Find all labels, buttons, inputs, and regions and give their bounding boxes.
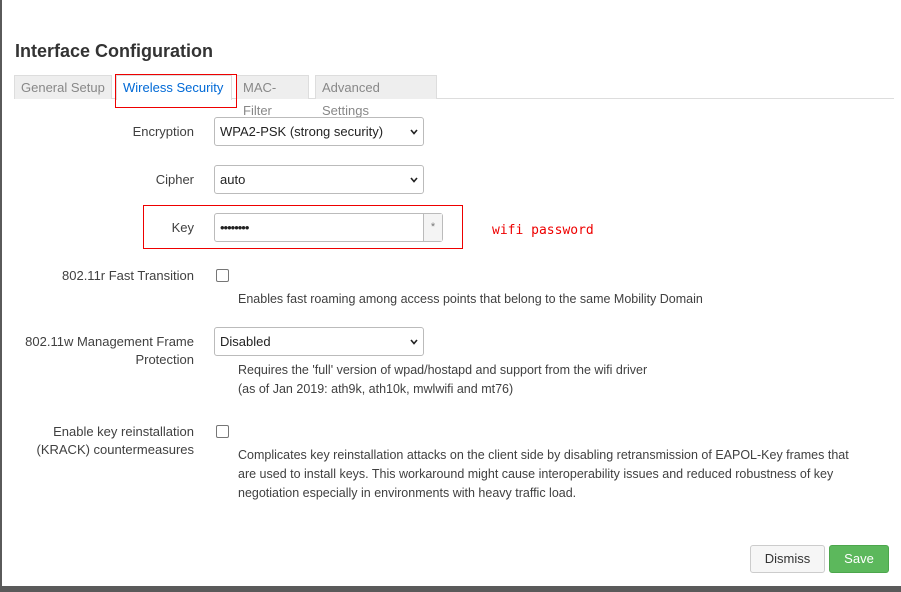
encryption-select[interactable]: WPA2-PSK (strong security) [214,117,424,146]
mgmt-frame-help: Requires the 'full' version of wpad/host… [238,361,647,399]
krack-help-line2: are used to install keys. This workaroun… [238,467,834,481]
tab-advanced-settings[interactable]: Advanced Settings [315,75,437,118]
tab-mac-filter[interactable]: MAC-Filter [236,75,309,118]
krack-label-line1: Enable key reinstallation [53,424,194,439]
mgmt-frame-value: Disabled [220,334,271,349]
mgmt-frame-help-line2: (as of Jan 2019: ath9k, ath10k, mwlwifi … [238,382,514,396]
key-input[interactable]: •••••••• * [214,213,443,242]
krack-checkbox[interactable] [216,425,229,438]
krack-help: Complicates key reinstallation attacks o… [238,446,849,503]
encryption-value: WPA2-PSK (strong security) [220,124,384,139]
fast-transition-checkbox[interactable] [216,269,229,282]
mgmt-frame-help-line1: Requires the 'full' version of wpad/host… [238,363,648,377]
krack-help-line3: negotiation especially in environments w… [238,486,577,500]
mgmt-frame-label-line2: Protection [135,352,194,367]
save-button[interactable]: Save [829,545,889,573]
chevron-down-icon [410,177,418,183]
tab-wireless-security[interactable]: Wireless Security [116,75,232,100]
tab-general-setup[interactable]: General Setup [14,75,112,99]
chevron-down-icon [410,129,418,135]
dialog-title: Interface Configuration [15,41,214,61]
fast-transition-help: Enables fast roaming among access points… [238,292,703,306]
krack-help-line1: Complicates key reinstallation attacks o… [238,448,849,462]
krack-label: Enable key reinstallation (KRACK) counte… [14,423,195,459]
dismiss-button[interactable]: Dismiss [750,545,825,573]
tab-bar: General Setup Wireless Security MAC-Filt… [14,75,894,118]
key-value: •••••••• [220,220,249,235]
mgmt-frame-label: 802.11w Management Frame Protection [14,333,194,369]
mgmt-frame-select[interactable]: Disabled [214,327,424,356]
cipher-value: auto [220,172,246,187]
interface-config-dialog: Interface Configuration General Setup Wi… [2,0,901,586]
chevron-down-icon [410,339,418,345]
cipher-label: Cipher [155,172,194,187]
mgmt-frame-label-line1: 802.11w Management Frame [25,334,194,349]
key-label: Key [171,220,194,235]
encryption-label: Encryption [132,124,194,139]
krack-label-line2: (KRACK) countermeasures [36,442,195,457]
reveal-password-button[interactable]: * [423,214,442,241]
annotation-text: wifi password [492,223,594,238]
fast-transition-label: 802.11r Fast Transition [62,268,194,283]
cipher-select[interactable]: auto [214,165,424,194]
